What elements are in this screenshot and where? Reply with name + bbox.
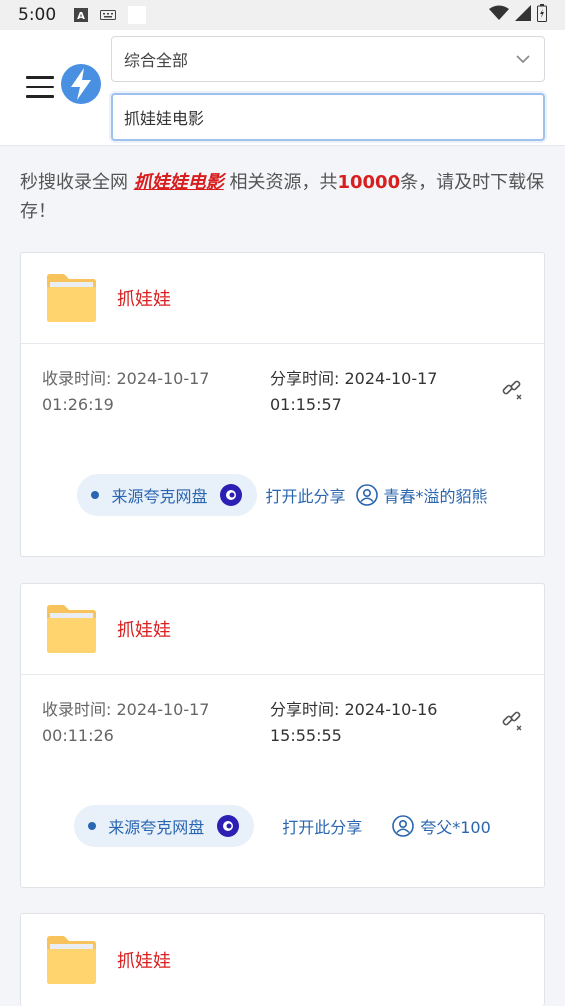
status-bar: 5:00 A (0, 0, 565, 30)
source-badge[interactable]: 来源夸克网盘 (77, 474, 258, 516)
open-share-link[interactable]: 打开此分享 (282, 814, 362, 838)
summary-middle: 相关资源，共 (229, 172, 338, 193)
result-actions: 来源夸克网盘 打开此分享 青春*溢的貂熊 (21, 474, 544, 516)
quark-drive-icon (220, 484, 243, 506)
search-summary: 秒搜收录全网 抓娃娃电影 相关资源，共10000条，请及时下载保存！ (20, 168, 550, 226)
result-card-header[interactable]: 抓娃娃 (21, 914, 544, 1005)
summary-prefix: 秒搜收录全网 (20, 172, 128, 193)
result-card-header[interactable]: 抓娃娃 (21, 584, 544, 675)
category-select-value: 综合全部 (124, 51, 189, 70)
unlink-icon[interactable] (500, 377, 524, 401)
collected-time: 收录时间: 2024-10-17 00:11:26 (42, 700, 210, 745)
notification-placeholder-icon (128, 6, 147, 24)
signal-icon (515, 5, 531, 25)
result-actions: 来源夸克网盘 打开此分享 夸父*100 (21, 805, 544, 847)
category-select[interactable]: 综合全部 (111, 36, 545, 82)
hamburger-menu-icon[interactable] (26, 76, 54, 100)
open-share-link[interactable]: 打开此分享 (265, 483, 345, 507)
folder-icon (47, 274, 96, 322)
result-card: 抓娃娃 收录时间: 2024-10-17 00:11:26 分享时间: 2024… (20, 583, 545, 888)
result-card-header[interactable]: 抓娃娃 (21, 253, 544, 344)
sharer-user[interactable]: 夸父*100 (392, 814, 491, 838)
result-card: 抓娃娃 收录时间: 2024-10-17 01:26:19 分享时间: 2024… (20, 252, 545, 557)
result-title[interactable]: 抓娃娃 (117, 947, 171, 973)
quark-drive-icon (217, 815, 240, 837)
battery-charging-icon (537, 4, 547, 26)
font-a-icon: A (74, 8, 89, 22)
search-input-value: 抓娃娃电影 (124, 109, 205, 128)
sharer-user[interactable]: 青春*溢的貂熊 (355, 483, 488, 507)
wifi-icon (489, 5, 509, 25)
source-badge[interactable]: 来源夸克网盘 (74, 805, 255, 847)
folder-icon (47, 605, 96, 653)
app-header: 综合全部 抓娃娃电影 (0, 30, 565, 146)
result-card: 抓娃娃 (20, 913, 545, 1006)
unlink-icon[interactable] (500, 708, 524, 732)
result-title[interactable]: 抓娃娃 (117, 285, 171, 311)
chevron-down-icon (516, 55, 530, 64)
folder-icon (47, 935, 96, 984)
lightning-bolt-logo[interactable] (60, 63, 102, 105)
bullet-dot-icon (88, 822, 97, 830)
svg-text:A: A (77, 11, 85, 22)
result-title[interactable]: 抓娃娃 (117, 616, 171, 642)
collected-time: 收录时间: 2024-10-17 01:26:19 (42, 369, 210, 414)
status-time: 5:00 (18, 5, 57, 25)
user-circle-icon (355, 484, 378, 506)
result-card-body: 收录时间: 2024-10-17 01:26:19 分享时间: 2024-10-… (21, 344, 544, 556)
shared-time: 分享时间: 2024-10-16 15:55:55 (270, 700, 438, 745)
keyboard-icon (100, 9, 117, 21)
shared-time: 分享时间: 2024-10-17 01:15:57 (270, 369, 438, 414)
bullet-dot-icon (91, 491, 100, 499)
summary-keyword[interactable]: 抓娃娃电影 (134, 172, 224, 193)
summary-count: 10000 (337, 172, 401, 193)
result-card-body: 收录时间: 2024-10-17 00:11:26 分享时间: 2024-10-… (21, 675, 544, 887)
search-input[interactable]: 抓娃娃电影 (111, 93, 545, 141)
user-circle-icon (392, 815, 415, 837)
